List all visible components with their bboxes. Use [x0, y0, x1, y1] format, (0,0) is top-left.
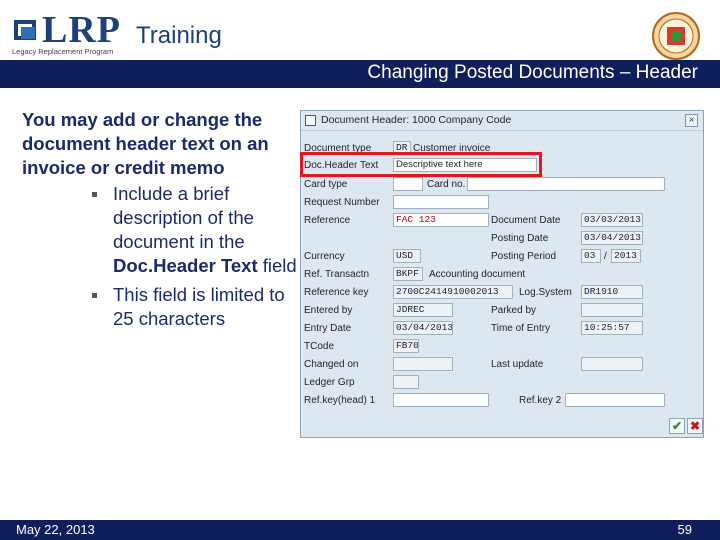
bullet-item: This field is limited to 25 characters: [92, 283, 304, 331]
footer-date: May 22, 2013: [16, 522, 95, 537]
ref-transactn-desc: Accounting document: [429, 269, 526, 280]
ref-key-2-label: Ref.key 2: [519, 395, 562, 406]
bullet-list: Include a brief description of the docum…: [92, 182, 304, 336]
ref-transactn-label: Ref. Transactn: [304, 269, 370, 280]
logo-text: LRP: [42, 9, 121, 51]
parked-by-label: Parked by: [491, 305, 537, 316]
posting-year-value: 2013: [611, 249, 641, 263]
intro-text: You may add or change the document heade…: [22, 109, 269, 178]
card-no-input[interactable]: [467, 177, 665, 191]
last-update-value: [581, 357, 643, 371]
posting-period-label: Posting Period: [491, 251, 557, 262]
ref-transactn-value: BKPF: [393, 267, 423, 281]
dialog-title: Document Header: 1000 Company Code: [321, 114, 512, 126]
document-date-label: Document Date: [491, 215, 561, 226]
ref-key-head1-input[interactable]: [393, 393, 489, 407]
lrp-logo-mark-icon: [14, 20, 36, 40]
dialog-footer: ✔ ✖: [301, 415, 703, 437]
ref-key-2-input[interactable]: [565, 393, 665, 407]
tcode-label: TCode: [304, 341, 335, 352]
parked-by-value: [581, 303, 643, 317]
changed-on-label: Changed on: [304, 359, 359, 370]
posting-period-value: 03: [581, 249, 601, 263]
tcode-value: FB70: [393, 339, 419, 353]
dialog-title-bar: Document Header: 1000 Company Code ×: [301, 111, 703, 131]
currency-label: Currency: [304, 251, 345, 262]
lrp-logo: LRP Legacy Replacement Program: [12, 9, 124, 58]
currency-value: USD: [393, 249, 421, 263]
ref-key-head1-label: Ref.key(head) 1: [304, 395, 376, 406]
logo-tagline: Legacy Replacement Program: [12, 47, 114, 56]
changed-on-value: [393, 357, 453, 371]
ledger-grp-label: Ledger Grp: [304, 377, 355, 388]
page-number: 59: [677, 522, 692, 537]
period-slash: /: [604, 251, 607, 262]
log-system-value: DR1910: [581, 285, 643, 299]
cancel-x-icon[interactable]: ✖: [687, 418, 703, 434]
footer-bar: [0, 520, 720, 540]
reference-key-label: Reference key: [304, 287, 369, 298]
card-no-label: Card no.: [427, 179, 466, 190]
last-update-label: Last update: [491, 359, 544, 370]
entered-by-value: JDREC: [393, 303, 453, 317]
posting-date-label: Posting Date: [491, 233, 549, 244]
time-of-entry-label: Time of Entry: [491, 323, 551, 334]
log-system-label: Log.System: [519, 287, 572, 298]
bullet-item: Include a brief description of the docum…: [92, 182, 304, 278]
close-icon[interactable]: ×: [685, 114, 698, 127]
checkmark-icon[interactable]: ✔: [669, 418, 685, 434]
ledger-grp-value: [393, 375, 419, 389]
reference-input[interactable]: FAC 123: [393, 213, 489, 227]
card-type-label: Card type: [304, 179, 348, 190]
slide-title: Changing Posted Documents – Header: [367, 62, 698, 83]
request-number-label: Request Number: [304, 197, 380, 208]
time-of-entry-value: 10:25:57: [581, 321, 643, 335]
request-number-input[interactable]: [393, 195, 489, 209]
entry-date-label: Entry Date: [304, 323, 352, 334]
posting-date-value: 03/04/2013: [581, 231, 643, 245]
reference-label: Reference: [304, 215, 351, 226]
reference-key-value: 2700C2414910002013: [393, 285, 513, 299]
document-icon: [305, 115, 316, 126]
city-seal-icon: [652, 12, 700, 60]
entry-date-value: 03/04/2013: [393, 321, 453, 335]
card-type-input[interactable]: [393, 177, 423, 191]
training-label: Training: [136, 22, 222, 49]
entered-by-label: Entered by: [304, 305, 353, 316]
doc-header-text-highlight: [300, 152, 542, 177]
doc-header-text-emphasis: Doc.Header Text: [113, 255, 258, 276]
document-date-value: 03/03/2013: [581, 213, 643, 227]
